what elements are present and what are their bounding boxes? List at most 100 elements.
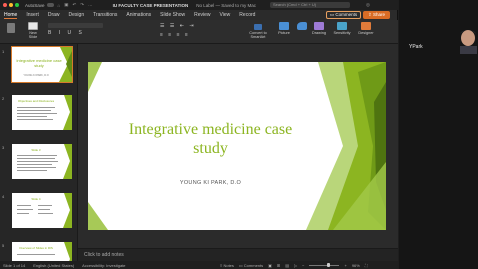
slide-thumbnail-panel[interactable]: 1 Integrative medicine case study YOUNG … <box>0 44 78 261</box>
designer-button[interactable]: Designer <box>357 22 375 35</box>
autosave-toggle[interactable] <box>46 3 54 7</box>
tab-draw[interactable]: Draw <box>48 12 60 18</box>
more-icon[interactable]: ··· <box>88 3 93 8</box>
drawing-label: Drawing <box>312 31 326 35</box>
shapes-button[interactable] <box>294 22 310 31</box>
sensitivity-status[interactable]: No Label — Saved to my Mac <box>196 3 256 8</box>
reading-view-icon[interactable]: ▤ <box>285 263 289 268</box>
thumbnail-title: Slide 4 <box>31 197 41 201</box>
tab-home[interactable]: Home <box>4 12 18 19</box>
slide-subtitle[interactable]: YOUNG KI PARK, D.O <box>118 180 303 186</box>
status-bar-controls: ≡ Notes ▭ Comments ▣ ⊞ ▤ ▷ − + 96% ⛶ <box>220 263 368 268</box>
zoom-in-icon[interactable]: + <box>344 263 346 268</box>
share-button[interactable]: ⇪ Share <box>363 11 390 19</box>
thumbnail-text-line <box>17 110 51 111</box>
thumbnail-text-line <box>38 205 52 206</box>
slideshow-icon[interactable]: ▷ <box>294 263 297 268</box>
document-title: IU FACULTY CASE PRESENTATION <box>112 2 189 8</box>
thumbnail-number: 5 <box>2 243 5 248</box>
thumbnail-text-line <box>17 213 29 214</box>
zoom-level[interactable]: 96% <box>352 263 360 268</box>
video-call-panel: YPark <box>399 0 478 269</box>
new-slide-button[interactable]: New Slide <box>25 22 41 39</box>
slide-thumbnail-5[interactable]: Overview of Slides in RIS <box>12 242 72 261</box>
thumbnail-number: 3 <box>2 145 5 150</box>
slide-thumbnail-3[interactable]: Slide 3 <box>12 144 72 179</box>
thumbnail-text-line <box>17 116 47 117</box>
thumbnail-title: Objectives and Disclosures <box>17 99 55 103</box>
close-window-button[interactable] <box>3 3 7 7</box>
tab-record[interactable]: Record <box>239 12 255 18</box>
tab-animations[interactable]: Animations <box>126 12 151 18</box>
slide-title[interactable]: Integrative medicine case study <box>118 120 303 158</box>
paragraph-controls[interactable]: ☰ ☰ ⇤ ⇥ ≡ ≡ ≡ ≡ <box>160 23 230 39</box>
thumbnail-text-line <box>17 167 56 168</box>
thumbnail-text-line <box>17 107 55 108</box>
powerpoint-window: AutoSave ⌂ ▣ ↶ ↷ ··· IU FACULTY CASE PRE… <box>0 0 398 269</box>
font-controls[interactable]: B I U S <box>48 23 148 39</box>
list-icons[interactable]: ☰ ☰ ⇤ ⇥ <box>160 23 230 29</box>
picture-icon <box>279 22 289 30</box>
window-controls <box>3 3 19 7</box>
new-slide-label: New Slide <box>28 31 38 39</box>
save-icon[interactable]: ▣ <box>64 2 68 8</box>
sensitivity-button[interactable]: Sensitivity <box>331 22 353 35</box>
accessibility-checker[interactable]: Accessibility: Investigate <box>82 263 125 268</box>
new-slide-icon <box>28 22 38 30</box>
thumbnail-title: Overview of Slides in RIS <box>19 246 53 250</box>
slide-thumbnail-1[interactable]: Integrative medicine case study YOUNG KI… <box>11 46 73 83</box>
sensitivity-icon <box>337 22 347 30</box>
tab-view[interactable]: View <box>220 12 231 18</box>
thumbnail-number: 4 <box>2 194 5 199</box>
notes-toggle[interactable]: ≡ Notes <box>220 263 234 268</box>
slide-counter: Slide 1 of 14 <box>3 262 26 268</box>
comments-button[interactable]: ▭ Comments <box>326 11 361 19</box>
slide-editing-area[interactable]: Integrative medicine case study YOUNG KI… <box>78 44 398 248</box>
thumbnail-text-line <box>17 254 55 255</box>
redo-icon[interactable]: ↷ <box>80 2 84 8</box>
tab-slide-show[interactable]: Slide Show <box>160 12 185 18</box>
thumbnail-text-line <box>17 205 31 206</box>
convert-smartart-button[interactable]: Convert to SmartArt <box>243 24 273 39</box>
slide-thumbnail-2[interactable]: Objectives and Disclosures <box>12 95 72 130</box>
fit-to-window-icon[interactable]: ⛶ <box>365 263 368 268</box>
convert-smartart-label: Convert to SmartArt <box>249 31 267 39</box>
zoom-slider[interactable] <box>309 263 340 267</box>
notes-toggle-label: Notes <box>223 262 234 268</box>
normal-view-icon[interactable]: ▣ <box>268 263 272 268</box>
thumbnail-text-line <box>17 113 57 114</box>
undo-icon[interactable]: ↶ <box>73 2 77 8</box>
tab-transitions[interactable]: Transitions <box>93 12 117 18</box>
language-indicator[interactable]: English (United States) <box>33 263 74 268</box>
drawing-button[interactable]: Drawing <box>311 22 327 35</box>
thumbnail-subtitle: YOUNG KI PARK, D.O <box>23 74 49 77</box>
font-family-select[interactable] <box>48 23 103 28</box>
align-icons[interactable]: ≡ ≡ ≡ ≡ <box>160 32 230 38</box>
drawing-icon <box>314 22 324 30</box>
picture-button[interactable]: Picture <box>276 22 292 35</box>
designer-label: Designer <box>358 31 374 35</box>
slide-thumbnail-4[interactable]: Slide 4 <box>12 193 72 228</box>
search-field[interactable]: Search (Cmd + Ctrl + U) <box>270 2 351 8</box>
home-icon[interactable]: ⌂ <box>58 3 61 8</box>
thumbnail-text-line <box>17 164 52 165</box>
account-icon[interactable]: ◎ <box>366 2 370 8</box>
notes-pane[interactable]: Click to add notes <box>78 248 398 261</box>
zoom-out-icon[interactable]: − <box>302 263 304 268</box>
current-slide[interactable]: Integrative medicine case study YOUNG KI… <box>88 62 386 230</box>
tab-review[interactable]: Review <box>194 12 210 18</box>
minimize-window-button[interactable] <box>9 3 13 7</box>
participant-name: YPark <box>409 44 423 50</box>
paste-button[interactable] <box>4 23 18 34</box>
participant-video-icon <box>460 30 477 54</box>
font-format-buttons[interactable]: B I U S <box>48 30 148 36</box>
thumbnail-text-line <box>17 119 53 120</box>
slide-sorter-icon[interactable]: ⊞ <box>277 263 280 268</box>
zoom-window-button[interactable] <box>15 3 19 7</box>
thumbnail-title: Integrative medicine case study <box>16 58 62 68</box>
comments-toggle[interactable]: ▭ Comments <box>239 263 263 268</box>
thumbnail-text-line <box>38 213 53 214</box>
tab-insert[interactable]: Insert <box>26 12 39 18</box>
autosave-label: AutoSave <box>25 2 45 8</box>
tab-design[interactable]: Design <box>69 12 85 18</box>
